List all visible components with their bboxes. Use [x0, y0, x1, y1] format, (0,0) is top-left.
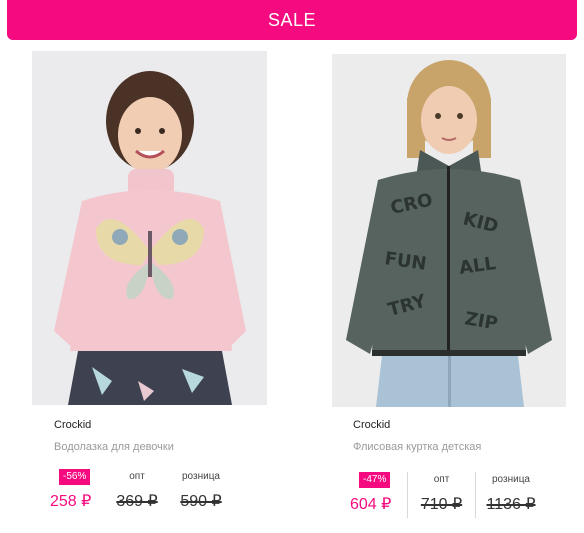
product-card[interactable]: CRO KID FUN ALL TRY ZIP Crockid Флисовая…: [332, 54, 566, 518]
wholesale-price-column: опт 369 ₽: [108, 469, 166, 515]
retail-label: розница: [182, 471, 220, 482]
retail-price-column: розница 590 ₽: [166, 469, 236, 515]
retail-price-column: розница 1136 ₽: [476, 472, 546, 518]
current-price-column: -56% 258 ₽: [50, 469, 108, 515]
retail-price: 1136 ₽: [486, 496, 536, 513]
current-price: 258 ₽: [50, 493, 92, 510]
wholesale-price: 710 ₽: [420, 496, 463, 513]
product-photo: CRO KID FUN ALL TRY ZIP: [332, 54, 566, 407]
product-title[interactable]: Флисовая куртка детская: [353, 441, 566, 453]
discount-badge: -47%: [359, 472, 391, 488]
wholesale-label: опт: [433, 474, 450, 485]
discount-badge: -56%: [59, 469, 91, 485]
current-price: 604 ₽: [350, 496, 392, 513]
sale-button[interactable]: SALE: [7, 0, 577, 40]
wholesale-label: опт: [129, 471, 145, 482]
product-brand: Crockid: [353, 419, 391, 431]
product-image-girl-turtleneck[interactable]: [32, 51, 267, 405]
retail-price: 590 ₽: [180, 493, 222, 510]
wholesale-price-column: опт 710 ₽: [408, 472, 476, 518]
current-price-column: -47% 604 ₽: [350, 472, 408, 518]
product-image-boy-fleece-jacket[interactable]: CRO KID FUN ALL TRY ZIP: [332, 54, 566, 407]
product-card[interactable]: Crockid Водолазка для девочки -56% 258 ₽…: [32, 51, 267, 510]
price-block: -47% 604 ₽ опт 710 ₽ розница 1136 ₽: [350, 472, 560, 518]
product-brand: Crockid: [54, 419, 92, 431]
sale-button-label: SALE: [267, 9, 317, 30]
wholesale-price: 369 ₽: [116, 493, 158, 510]
product-photo: [32, 51, 267, 405]
price-block: -56% 258 ₽ опт 369 ₽ розница 590 ₽: [50, 469, 260, 515]
product-title[interactable]: Водолазка для девочки: [54, 441, 267, 453]
retail-label: розница: [492, 474, 530, 485]
